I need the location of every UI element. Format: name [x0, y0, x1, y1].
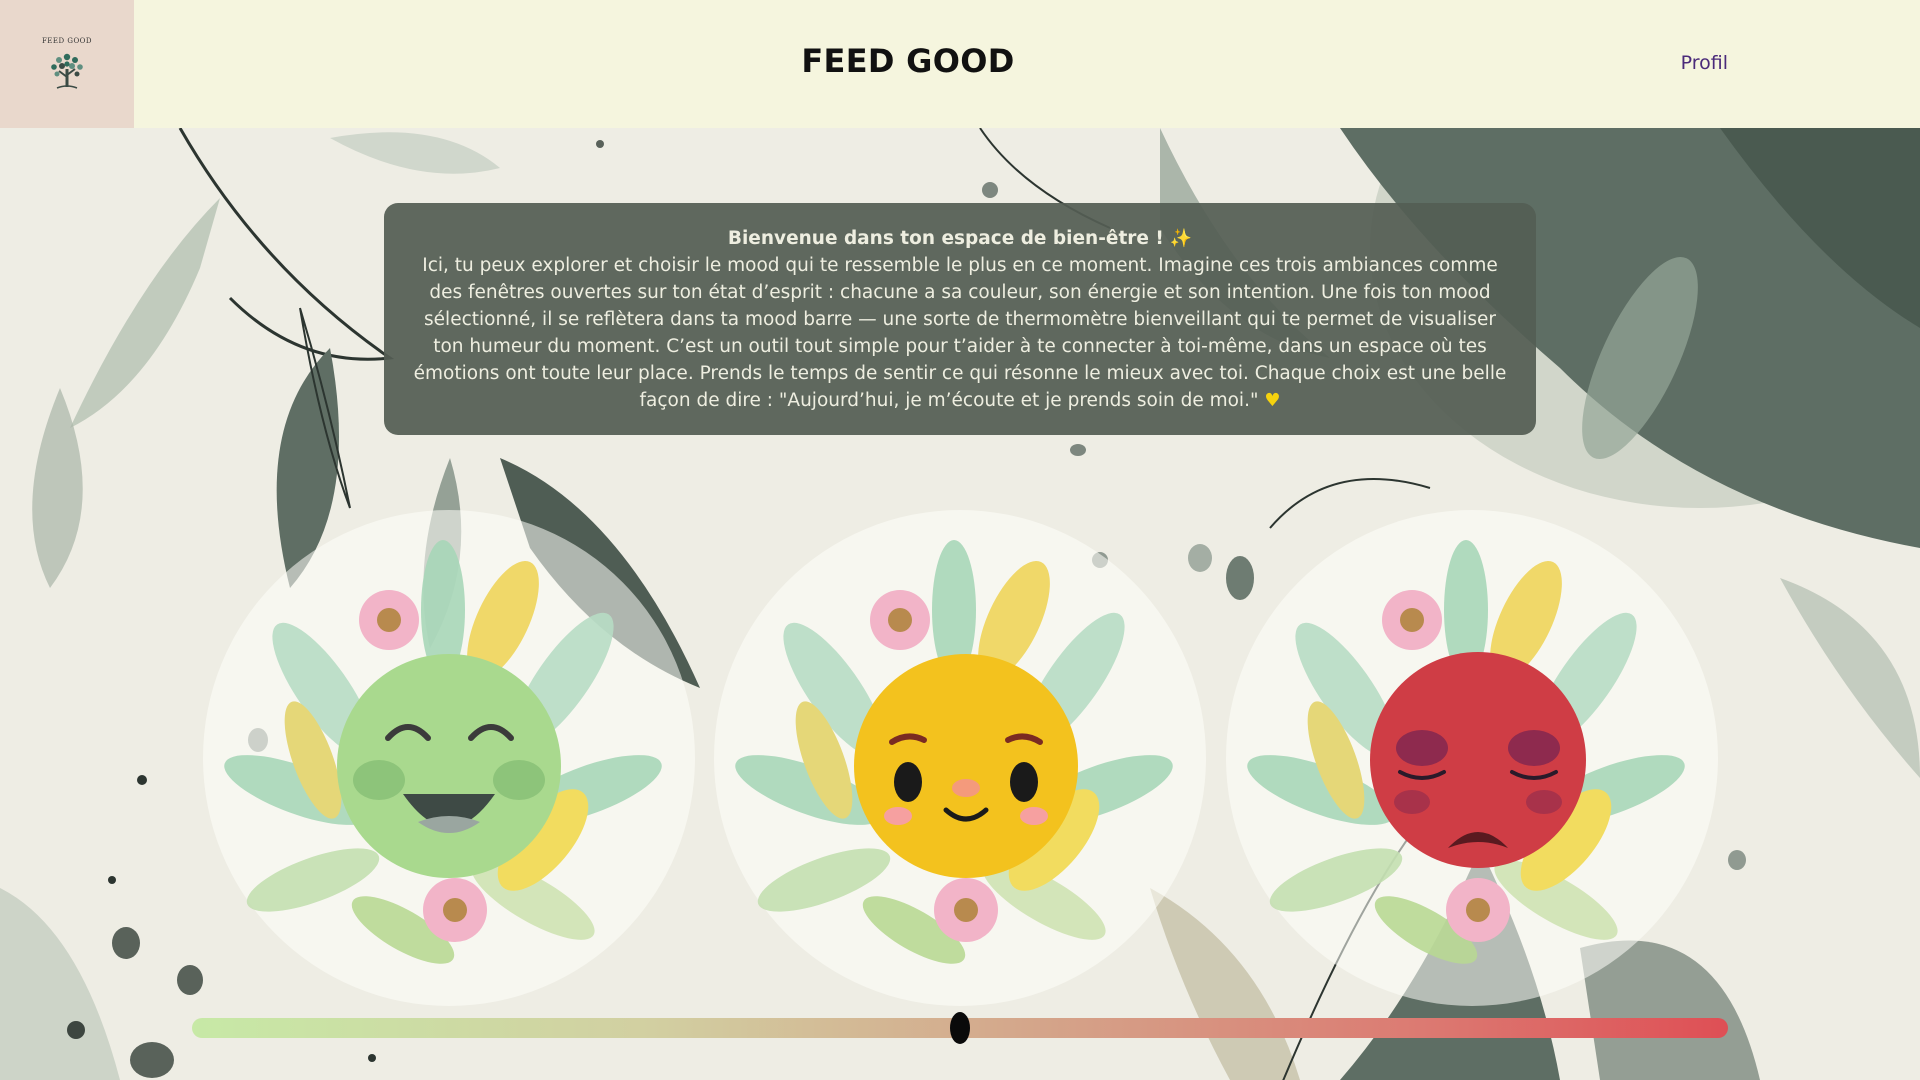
profile-link[interactable]: Profil: [1681, 52, 1728, 74]
header: FEED GOOD FEED GOOD Profil: [0, 0, 1920, 128]
welcome-body: Ici, tu peux explorer et choisir le mood…: [413, 255, 1507, 411]
mood-happy-button[interactable]: [203, 510, 695, 1006]
mood-bar[interactable]: [192, 1012, 1728, 1044]
mood-bar-thumb[interactable]: [950, 1012, 970, 1044]
welcome-title: Bienvenue dans ton espace de bien-être !: [727, 228, 1164, 249]
mood-sad-button[interactable]: [1226, 510, 1718, 1006]
welcome-panel: Bienvenue dans ton espace de bien-être !…: [384, 203, 1536, 435]
mood-content-button[interactable]: [714, 510, 1206, 1006]
mood-happy-illustration: [224, 540, 662, 964]
sparkles-icon: ✨: [1169, 228, 1193, 249]
mood-sad-illustration: [1247, 540, 1685, 964]
mood-content-illustration: [735, 540, 1173, 964]
yellow-heart-icon: ♥: [1264, 390, 1281, 411]
app-title: FEED GOOD: [801, 42, 1015, 80]
